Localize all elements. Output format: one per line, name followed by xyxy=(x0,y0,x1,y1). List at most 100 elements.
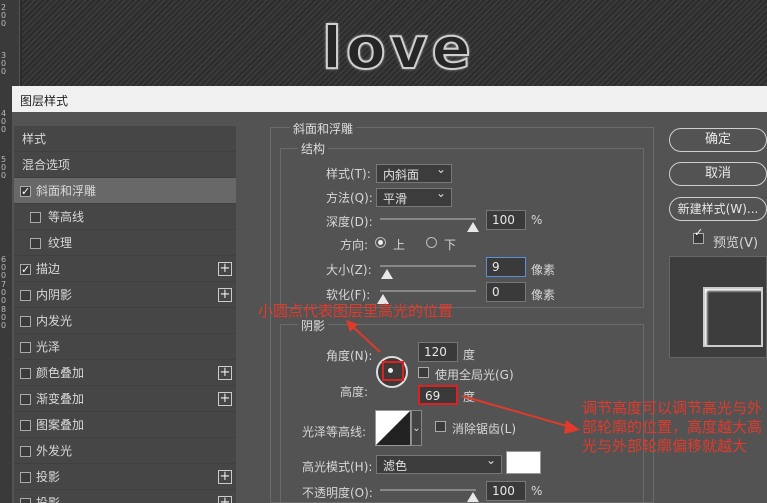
dot-highlight-box xyxy=(382,361,404,381)
angle-unit: 度 xyxy=(463,348,476,362)
ruler-label: 500 xyxy=(1,155,7,180)
effect-checkbox[interactable] xyxy=(20,342,31,353)
ruler-label: 300 xyxy=(1,51,7,76)
ok-button[interactable]: 确定 xyxy=(669,128,767,152)
add-effect-icon[interactable]: + xyxy=(218,366,232,380)
effect-label: 混合选项 xyxy=(22,158,71,172)
new-style-button[interactable]: 新建样式(W)... xyxy=(669,197,767,221)
add-effect-icon[interactable]: + xyxy=(218,496,232,503)
depth-slider[interactable] xyxy=(380,218,476,220)
effect-label: 图案叠加 xyxy=(36,418,85,432)
effect-checkbox[interactable] xyxy=(20,179,31,205)
effect-label: 投影 xyxy=(36,496,61,503)
gloss-contour-dropdown[interactable]: ⌄ xyxy=(411,410,422,446)
direction-down-radio[interactable] xyxy=(426,237,437,248)
depth-slider-thumb[interactable] xyxy=(467,222,479,232)
effect-label: 投影 xyxy=(36,470,61,484)
effect-label: 渐变叠加 xyxy=(36,392,85,406)
effect-item[interactable]: 颜色叠加 + xyxy=(14,360,236,386)
cancel-button[interactable]: 取消 xyxy=(669,162,767,186)
effect-label: 斜面和浮雕 xyxy=(36,184,97,198)
direction-up-radio[interactable] xyxy=(375,237,386,248)
effect-item[interactable]: 外发光 xyxy=(14,438,236,464)
size-unit: 像素 xyxy=(531,263,556,277)
effect-item[interactable]: 图案叠加 xyxy=(14,412,236,438)
effect-item[interactable]: 等高线 xyxy=(14,204,236,230)
ruler-label: 800 xyxy=(1,305,7,330)
add-effect-icon[interactable]: + xyxy=(218,392,232,406)
effect-checkbox[interactable] xyxy=(20,394,31,405)
effect-item[interactable]: 纹理 xyxy=(14,230,236,256)
vertical-ruler-top: 200 300 xyxy=(0,0,20,86)
preview-checkbox[interactable] xyxy=(693,226,704,244)
opacity-slider[interactable] xyxy=(380,489,476,491)
effect-checkbox[interactable] xyxy=(20,257,31,283)
canvas-area: love xyxy=(22,0,767,86)
effect-item[interactable]: 渐变叠加 + xyxy=(14,386,236,412)
screen: 200 300 love 400 500 600 700 800 图层样式 样式… xyxy=(0,0,767,503)
highlight-mode-select[interactable]: 滤色 xyxy=(376,453,502,474)
opacity-unit: % xyxy=(531,484,543,498)
dialog-title: 图层样式 xyxy=(12,86,767,112)
direction-down-label: 下 xyxy=(444,238,457,252)
highlight-mode-label: 高光模式(H): xyxy=(302,460,373,474)
soften-label: 软化(F): xyxy=(326,288,371,302)
effect-item[interactable]: 样式 xyxy=(14,126,236,152)
global-light-checkbox[interactable] xyxy=(418,367,429,378)
antialias-checkbox[interactable] xyxy=(435,421,446,432)
effect-item[interactable]: 投影 + xyxy=(14,464,236,490)
effect-checkbox[interactable] xyxy=(20,368,31,379)
structure-title: 结构 xyxy=(298,140,329,157)
add-effect-icon[interactable]: + xyxy=(218,262,232,276)
direction-label: 方向: xyxy=(340,238,369,252)
effect-item[interactable]: 内发光 xyxy=(14,308,236,334)
size-slider-thumb[interactable] xyxy=(380,269,393,279)
effect-checkbox[interactable] xyxy=(20,446,31,457)
size-slider[interactable] xyxy=(380,265,476,267)
effect-checkbox[interactable] xyxy=(30,212,41,223)
effect-checkbox[interactable] xyxy=(20,290,31,301)
highlight-color-swatch[interactable] xyxy=(506,451,541,474)
preview-label: 预览(V) xyxy=(713,236,759,251)
gloss-contour-preview[interactable] xyxy=(375,410,411,446)
soften-input[interactable]: 0 xyxy=(486,282,526,302)
ruler-label: 200 xyxy=(1,3,7,28)
canvas-text: love xyxy=(321,13,475,83)
add-effect-icon[interactable]: + xyxy=(218,288,232,302)
contour-curve xyxy=(376,411,410,445)
size-input[interactable]: 9 xyxy=(486,257,526,277)
depth-label: 深度(D): xyxy=(326,215,373,229)
method-select[interactable]: 平滑 xyxy=(376,186,452,207)
effect-label: 外发光 xyxy=(36,444,73,458)
opacity-input[interactable]: 100 xyxy=(486,481,526,501)
annotation-altitude: 调节高度可以调节高光与外部轮廓的位置，高度越大高光与外部轮廓偏移就越大 xyxy=(582,399,763,455)
effect-checkbox[interactable] xyxy=(20,420,31,431)
opacity-slider-thumb[interactable] xyxy=(467,492,479,502)
effect-checkbox[interactable] xyxy=(20,498,31,503)
effect-item[interactable]: 内阴影 + xyxy=(14,282,236,308)
add-effect-icon[interactable]: + xyxy=(218,470,232,484)
effect-item[interactable]: 斜面和浮雕 xyxy=(14,178,236,205)
effect-item[interactable]: 投影 + xyxy=(14,490,236,503)
effect-checkbox[interactable] xyxy=(20,316,31,327)
effect-checkbox[interactable] xyxy=(30,238,41,249)
depth-unit: % xyxy=(531,213,543,227)
annotation-arrow-altitude xyxy=(461,395,580,434)
soften-slider[interactable] xyxy=(380,290,476,292)
global-light-label: 使用全局光(G) xyxy=(435,368,514,382)
effect-item[interactable]: 描边 + xyxy=(14,256,236,283)
style-select[interactable]: 内斜面 xyxy=(376,162,452,183)
effect-label: 内阴影 xyxy=(36,288,73,302)
effect-item[interactable]: 光泽 xyxy=(14,334,236,360)
effect-label: 描边 xyxy=(36,262,61,276)
effects-list: 样式混合选项斜面和浮雕等高线纹理描边 + 内阴影 + 内发光光泽颜色叠加 + 渐变叠加 + 图案… xyxy=(14,126,236,503)
depth-input[interactable]: 100 xyxy=(486,210,526,230)
altitude-input[interactable]: 69 xyxy=(418,385,458,405)
opacity-label: 不透明度(O): xyxy=(302,486,373,500)
effect-checkbox[interactable] xyxy=(20,472,31,483)
style-preview xyxy=(669,256,767,358)
ruler-label: 400 xyxy=(1,109,7,134)
angle-input[interactable]: 120 xyxy=(418,342,458,362)
effect-item[interactable]: 混合选项 xyxy=(14,152,236,178)
ruler-label: 600 xyxy=(1,255,7,280)
